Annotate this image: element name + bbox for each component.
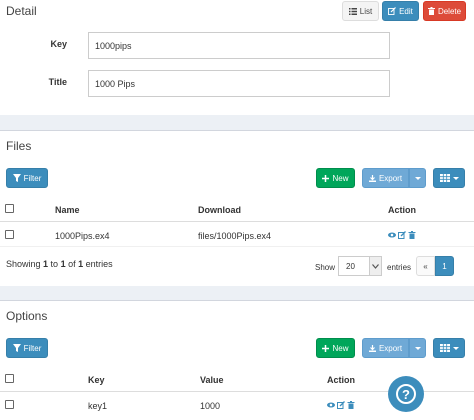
delete-button[interactable]: Delete: [423, 1, 466, 21]
options-col-action: Action: [327, 375, 355, 385]
show-label: Show: [315, 263, 336, 272]
chevron-down-icon: [414, 176, 421, 180]
page-size-value: 20: [346, 261, 355, 271]
options-columns-button[interactable]: [433, 338, 465, 358]
files-title: Files: [6, 139, 32, 153]
options-export-dropdown[interactable]: [409, 338, 426, 358]
files-row-checkbox[interactable]: [5, 230, 14, 239]
chevron-down-icon: [372, 263, 379, 269]
files-panel: Files Filter New Export Name Download Ac…: [0, 130, 474, 286]
options-row-value: 1000: [200, 401, 221, 411]
showing-prefix: Showing: [6, 259, 44, 269]
files-showing-info: Showing 1 to 1 of 1 entries: [6, 259, 113, 269]
list-icon: [348, 7, 357, 15]
options-new-label: New: [332, 343, 349, 353]
list-button-label: List: [359, 6, 373, 16]
chevron-down-icon: [452, 346, 459, 350]
plus-icon: [322, 174, 330, 182]
files-col-name: Name: [55, 205, 80, 215]
edit-icon[interactable]: [398, 231, 406, 239]
table-icon: [439, 174, 450, 182]
files-row-actions: [388, 231, 416, 239]
options-col-value: Value: [200, 375, 224, 385]
options-export-label: Export: [378, 343, 403, 353]
eye-icon[interactable]: [327, 401, 335, 409]
pagination-page-1[interactable]: 1: [435, 256, 454, 276]
key-field[interactable]: 1000pips: [88, 32, 390, 59]
filter-icon: [12, 344, 21, 352]
files-select-all-checkbox[interactable]: [5, 204, 14, 213]
detail-title: Detail: [6, 4, 37, 18]
download-icon: [368, 174, 376, 182]
help-button[interactable]: ?: [388, 376, 424, 412]
files-export-button[interactable]: Export: [362, 168, 409, 188]
download-icon: [368, 344, 376, 352]
options-filter-label: Filter: [23, 343, 42, 353]
options-col-key: Key: [88, 375, 105, 385]
files-filter-label: Filter: [23, 173, 42, 183]
files-filter-button[interactable]: Filter: [6, 168, 48, 188]
key-field-label: Key: [50, 39, 67, 49]
delete-button-label: Delete: [437, 6, 462, 16]
options-row-actions: [327, 401, 355, 409]
filter-icon: [12, 174, 21, 182]
detail-panel: Detail List Edit Delete Key 1000pips Tit…: [0, 0, 474, 115]
files-row-divider: [0, 246, 474, 247]
files-new-label: New: [332, 173, 349, 183]
list-button[interactable]: List: [342, 1, 379, 21]
showing-to-word: to: [48, 259, 61, 269]
chevron-down-icon: [452, 176, 459, 180]
showing-suffix: entries: [83, 259, 113, 269]
options-row-checkbox[interactable]: [5, 400, 14, 409]
title-field[interactable]: 1000 Pips: [88, 70, 390, 97]
options-new-button[interactable]: New: [316, 338, 355, 358]
files-new-button[interactable]: New: [316, 168, 355, 188]
page-1-label: 1: [442, 261, 447, 271]
eye-icon[interactable]: [388, 231, 396, 239]
files-row-name: 1000Pips.ex4: [55, 231, 110, 241]
trash-icon[interactable]: [347, 401, 355, 409]
plus-icon: [322, 344, 330, 352]
showing-of-word: of: [65, 259, 79, 269]
select-arrow: [369, 257, 381, 275]
files-header-divider: [0, 221, 474, 222]
edit-icon: [388, 7, 397, 15]
options-row-key: key1: [88, 401, 108, 411]
files-col-download: Download: [198, 205, 241, 215]
chevron-down-icon: [414, 346, 421, 350]
files-col-action: Action: [388, 205, 416, 215]
edit-icon[interactable]: [337, 401, 345, 409]
files-columns-button[interactable]: [433, 168, 465, 188]
options-select-all-checkbox[interactable]: [5, 374, 14, 383]
title-field-label: Title: [48, 77, 67, 87]
table-icon: [439, 344, 450, 352]
pagination-prev[interactable]: «: [416, 256, 435, 276]
prev-label: «: [423, 261, 428, 271]
files-export-label: Export: [378, 173, 403, 183]
entries-label: entries: [387, 263, 412, 272]
question-icon: ?: [396, 384, 416, 404]
files-row-download[interactable]: files/1000Pips.ex4: [198, 231, 271, 241]
page-size-select[interactable]: 20: [338, 256, 382, 276]
files-export-dropdown[interactable]: [409, 168, 426, 188]
trash-icon: [427, 7, 435, 15]
options-title: Options: [6, 309, 48, 323]
options-filter-button[interactable]: Filter: [6, 338, 48, 358]
edit-button-label: Edit: [399, 6, 413, 16]
options-export-button[interactable]: Export: [362, 338, 409, 358]
trash-icon[interactable]: [408, 231, 416, 239]
edit-button[interactable]: Edit: [382, 1, 419, 21]
